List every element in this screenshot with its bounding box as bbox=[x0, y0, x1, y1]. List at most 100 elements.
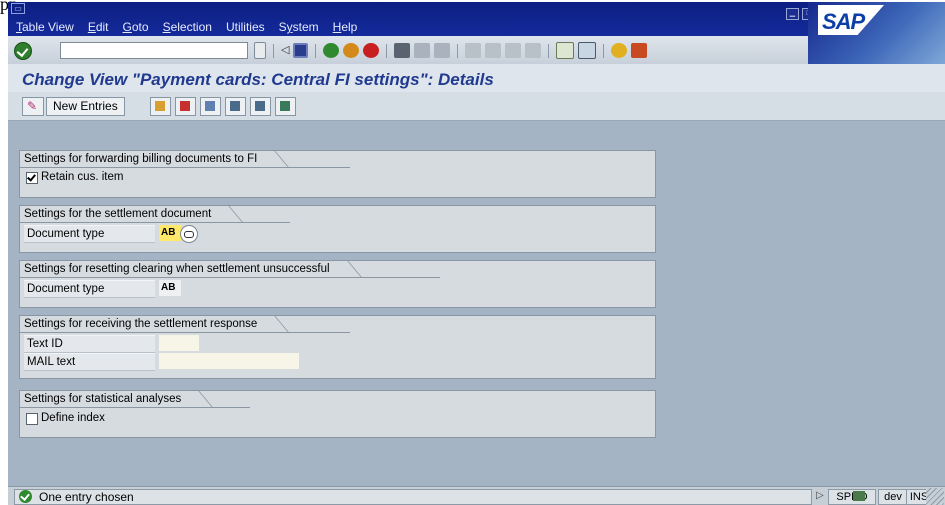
minimize-icon[interactable]: ▁ bbox=[786, 8, 799, 20]
last-page-icon[interactable] bbox=[525, 43, 541, 58]
print-icon[interactable] bbox=[394, 43, 410, 58]
group-resetting-clearing: Settings for resetting clearing when set… bbox=[19, 260, 656, 308]
status-bar: One entry chosen ▷ SPRO dev INS bbox=[8, 486, 945, 505]
menu-bar: ▭ Table View Edit Goto Selection Utiliti… bbox=[8, 2, 945, 36]
menu-edit-label: dit bbox=[95, 20, 109, 34]
server-icon[interactable] bbox=[853, 491, 865, 501]
variable-list-button[interactable] bbox=[275, 97, 296, 116]
status-system: dev bbox=[878, 489, 908, 505]
document-type-label: Document type bbox=[24, 280, 155, 298]
copy-icon bbox=[155, 101, 165, 111]
value-help-icon[interactable] bbox=[180, 225, 198, 243]
delete-button[interactable] bbox=[175, 97, 196, 116]
undo-button[interactable] bbox=[200, 97, 221, 116]
group-title: Settings for receiving the settlement re… bbox=[20, 316, 274, 332]
next-entry-button[interactable] bbox=[250, 97, 271, 116]
back-arrow-icon[interactable]: ◁ bbox=[281, 43, 289, 58]
find-next-icon[interactable] bbox=[434, 43, 450, 58]
group-divider bbox=[20, 222, 290, 223]
menu-table-view[interactable]: Table View bbox=[16, 20, 74, 34]
shortcut-icon[interactable] bbox=[578, 42, 596, 59]
cancel-icon[interactable] bbox=[363, 43, 379, 58]
create-session-icon[interactable] bbox=[556, 42, 574, 59]
group-divider bbox=[20, 277, 440, 278]
separator bbox=[273, 43, 274, 58]
history-icon[interactable] bbox=[254, 42, 266, 59]
menu-accel: E bbox=[87, 20, 96, 34]
previous-entry-icon bbox=[230, 101, 240, 111]
save-icon[interactable] bbox=[293, 43, 308, 58]
document-type-value: AB bbox=[159, 280, 181, 296]
success-icon bbox=[19, 490, 32, 503]
group-forwarding: Settings for forwarding billing document… bbox=[19, 150, 656, 198]
menu-goto-label: oto bbox=[131, 20, 149, 34]
standard-toolbar: ◁ bbox=[8, 36, 808, 65]
undo-icon bbox=[205, 101, 215, 111]
pencil-icon: ✎ bbox=[27, 99, 38, 113]
menu-accel: G bbox=[122, 20, 132, 34]
define-index-checkbox[interactable] bbox=[26, 413, 38, 425]
menu-items: Table View Edit Goto Selection Utilities… bbox=[16, 20, 357, 34]
menu-goto[interactable]: Goto bbox=[123, 20, 149, 34]
display-change-button[interactable]: ✎ bbox=[22, 97, 44, 116]
command-field[interactable] bbox=[60, 42, 248, 59]
mail-text-input[interactable] bbox=[159, 353, 299, 369]
first-page-icon[interactable] bbox=[465, 43, 481, 58]
layout-menu-icon[interactable] bbox=[631, 43, 647, 58]
separator bbox=[457, 43, 458, 58]
title-bar: Change View "Payment cards: Central FI s… bbox=[8, 64, 945, 92]
group-title: Settings for statistical analyses bbox=[20, 391, 198, 407]
enter-button[interactable] bbox=[14, 42, 32, 60]
exit-icon[interactable] bbox=[343, 43, 359, 58]
separator bbox=[603, 43, 604, 58]
find-icon[interactable] bbox=[414, 43, 430, 58]
next-page-icon[interactable] bbox=[505, 43, 521, 58]
group-statistical-analyses: Settings for statistical analyses Define… bbox=[19, 390, 656, 438]
status-message: One entry chosen bbox=[39, 490, 134, 504]
menu-table-view-label: able View bbox=[22, 20, 74, 34]
menu-help[interactable]: Help bbox=[333, 20, 358, 34]
list-icon bbox=[280, 101, 290, 111]
group-divider bbox=[20, 167, 350, 168]
previous-entry-button[interactable] bbox=[225, 97, 246, 116]
resize-grip-icon[interactable] bbox=[926, 488, 944, 505]
separator bbox=[386, 43, 387, 58]
help-icon[interactable] bbox=[611, 43, 627, 58]
group-title: Settings for forwarding billing document… bbox=[20, 151, 274, 167]
menu-utilities[interactable]: Utilities bbox=[226, 20, 265, 34]
app-icons bbox=[150, 97, 296, 116]
text-id-input[interactable] bbox=[159, 335, 199, 351]
delete-icon bbox=[180, 101, 190, 111]
copy-as-button[interactable] bbox=[150, 97, 171, 116]
sap-logo-text: SAP bbox=[822, 9, 865, 34]
new-entries-button[interactable]: New Entries bbox=[46, 97, 125, 116]
document-type-label: Document type bbox=[24, 225, 155, 243]
menu-accel: S bbox=[162, 20, 171, 34]
group-divider bbox=[20, 407, 250, 408]
document-type-field[interactable]: AB bbox=[159, 225, 181, 241]
status-transaction: SPRO bbox=[828, 489, 876, 505]
back-icon[interactable] bbox=[323, 43, 339, 58]
mail-text-label: MAIL text bbox=[24, 353, 155, 371]
retain-cus-item-checkbox[interactable] bbox=[26, 172, 38, 184]
status-expand-icon[interactable]: ▷ bbox=[816, 490, 824, 501]
retain-cus-item-label: Retain cus. item bbox=[41, 171, 124, 183]
system-menu-icon[interactable]: ▭ bbox=[11, 3, 25, 14]
define-index-label: Define index bbox=[41, 412, 105, 424]
menu-system[interactable]: System bbox=[279, 20, 319, 34]
previous-page-icon[interactable] bbox=[485, 43, 501, 58]
page-title: Change View "Payment cards: Central FI s… bbox=[22, 70, 494, 89]
sap-window: ▭ Table View Edit Goto Selection Utiliti… bbox=[8, 2, 945, 505]
menu-edit[interactable]: Edit bbox=[88, 20, 109, 34]
toolbar-icons: ◁ bbox=[254, 42, 647, 59]
separator bbox=[315, 43, 316, 58]
group-settlement-response: Settings for receiving the settlement re… bbox=[19, 315, 656, 379]
group-title: Settings for the settlement document bbox=[20, 206, 228, 222]
next-entry-icon bbox=[255, 101, 265, 111]
menu-selection[interactable]: Selection bbox=[163, 20, 212, 34]
group-title: Settings for resetting clearing when set… bbox=[20, 261, 346, 277]
menu-system-label: stem bbox=[292, 20, 319, 34]
menu-system-pre: S bbox=[278, 20, 287, 34]
group-divider bbox=[20, 332, 350, 333]
menu-selection-label: election bbox=[170, 20, 212, 34]
